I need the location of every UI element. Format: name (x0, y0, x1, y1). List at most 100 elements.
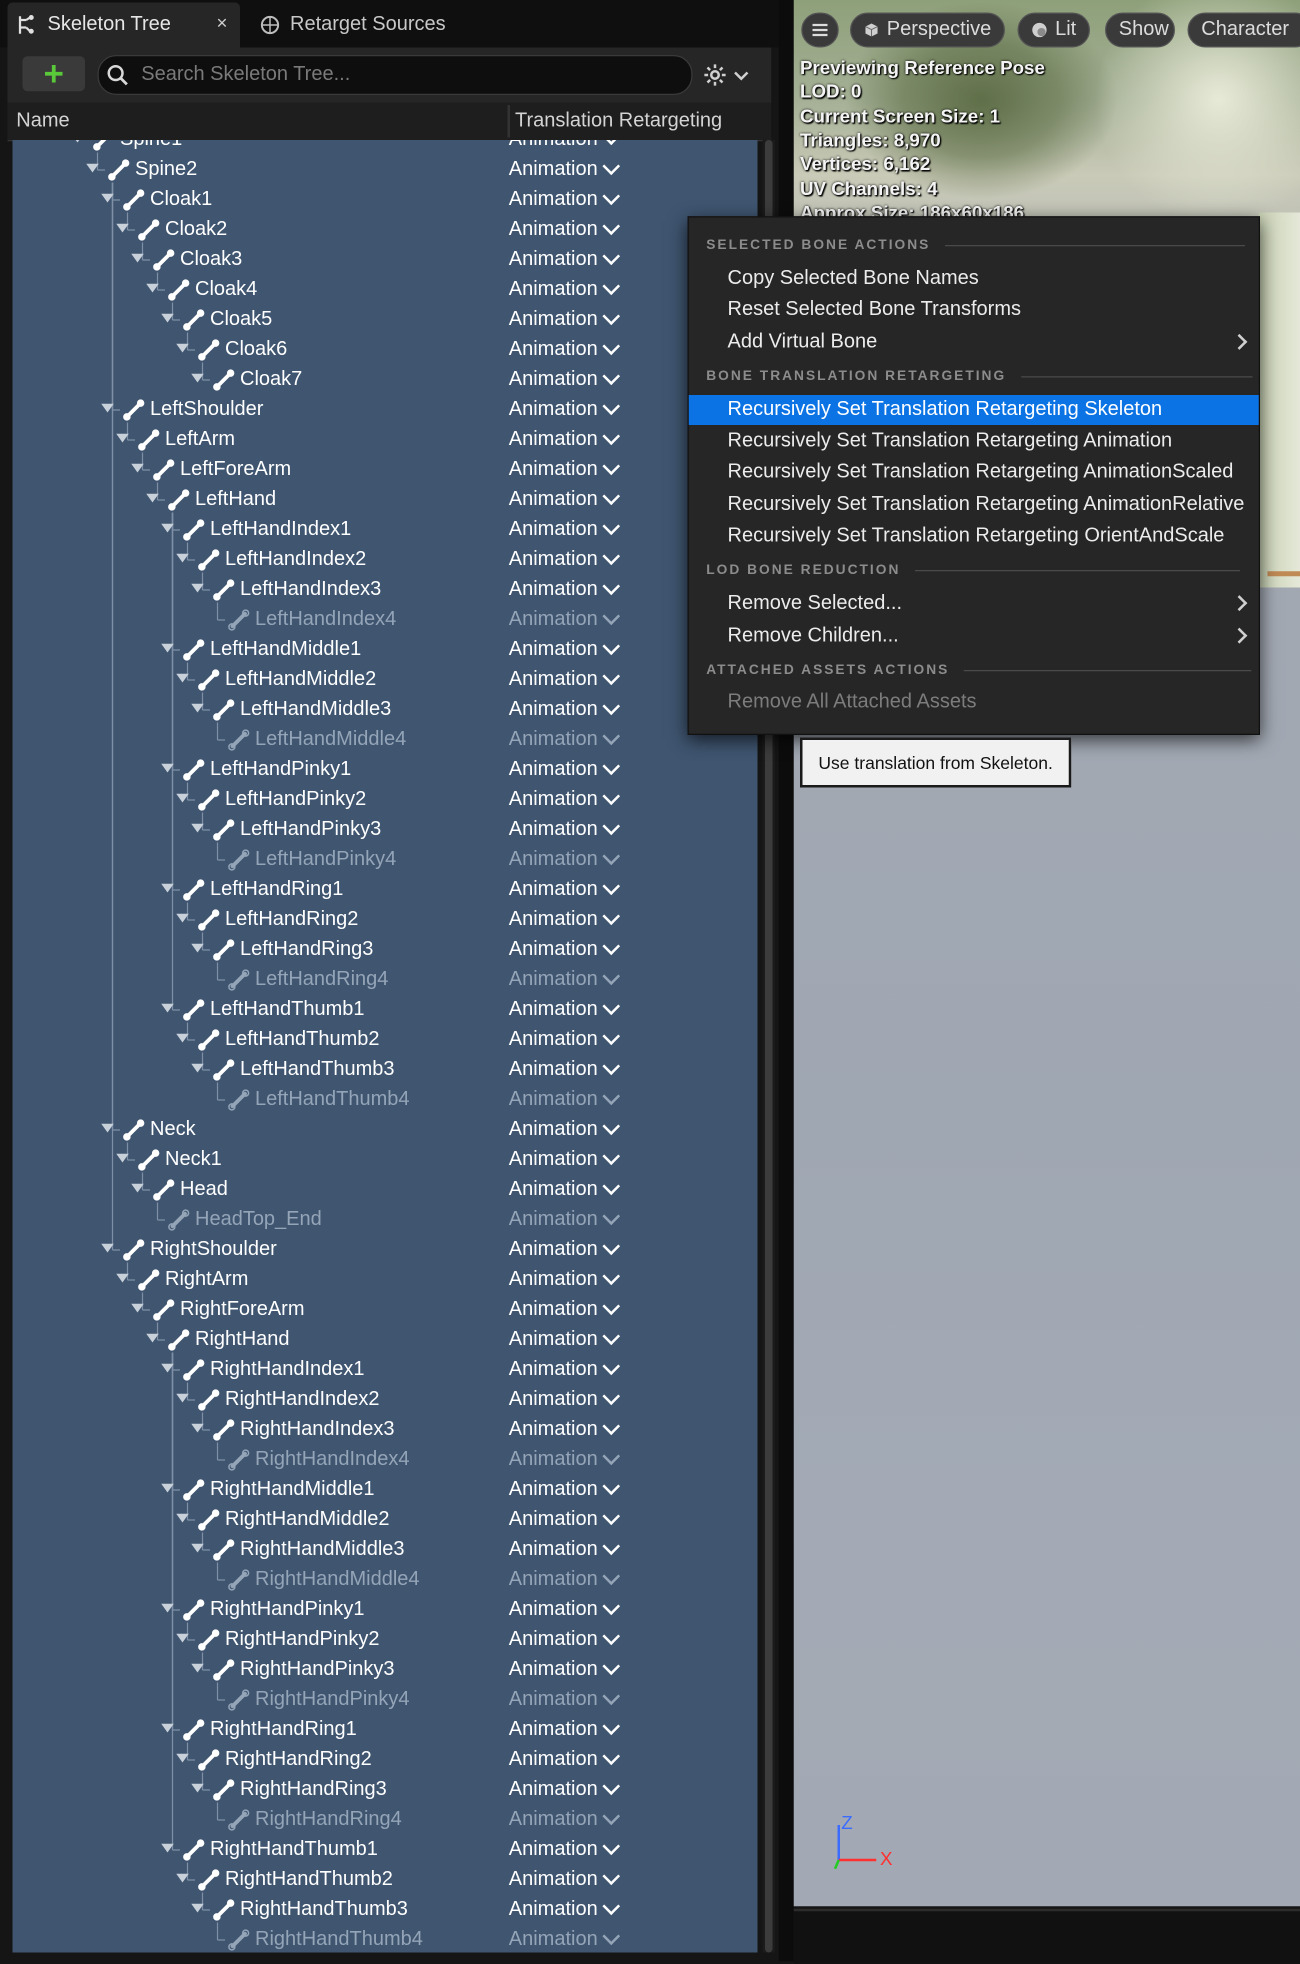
expand-arrow-icon[interactable] (161, 884, 174, 893)
expand-arrow-icon[interactable] (86, 164, 99, 173)
bone-row[interactable]: RightHandRing2Animation (13, 1745, 758, 1775)
retargeting-dropdown[interactable]: Animation (509, 1689, 618, 1712)
retargeting-dropdown[interactable]: Animation (509, 159, 618, 182)
retargeting-dropdown[interactable]: Animation (509, 1359, 618, 1382)
bone-row[interactable]: RightHandThumb1Animation (13, 1835, 758, 1865)
menu-item-retarget-skeleton[interactable]: Recursively Set Translation Retargeting … (689, 395, 1259, 425)
retargeting-dropdown[interactable]: Animation (509, 969, 618, 992)
menu-item-reset-bone-transforms[interactable]: Reset Selected Bone Transforms (689, 295, 1259, 325)
lit-button[interactable]: Lit (1018, 13, 1091, 48)
bone-row[interactable]: LeftHandThumb2Animation (13, 1025, 758, 1055)
expand-arrow-icon[interactable] (161, 644, 174, 653)
bone-row[interactable]: LeftHandPinky3Animation (13, 815, 758, 845)
retargeting-dropdown[interactable]: Animation (509, 189, 618, 212)
bone-row[interactable]: RightHandPinky1Animation (13, 1595, 758, 1625)
bone-row[interactable]: RightHandRing1Animation (13, 1715, 758, 1745)
expand-arrow-icon[interactable] (176, 1034, 189, 1043)
retargeting-dropdown[interactable]: Animation (509, 1809, 618, 1832)
retargeting-dropdown[interactable]: Animation (509, 1419, 618, 1442)
bone-row[interactable]: RightHandThumb2Animation (13, 1865, 758, 1895)
expand-arrow-icon[interactable] (161, 1364, 174, 1373)
retargeting-dropdown[interactable]: Animation (509, 1749, 618, 1772)
expand-arrow-icon[interactable] (131, 464, 144, 473)
bone-row[interactable]: HeadTop_EndAnimation (13, 1205, 758, 1235)
expand-arrow-icon[interactable] (161, 1004, 174, 1013)
bone-row[interactable]: RightShoulderAnimation (13, 1235, 758, 1265)
tab-retarget-sources[interactable]: Retarget Sources (250, 3, 500, 48)
column-divider[interactable] (508, 105, 511, 138)
retargeting-dropdown[interactable]: Animation (509, 789, 618, 812)
bone-row[interactable]: LeftHandRing3Animation (13, 935, 758, 965)
bone-row[interactable]: RightHandAnimation (13, 1325, 758, 1355)
show-button[interactable]: Show (1105, 13, 1175, 48)
bone-row[interactable]: RightHandIndex4Animation (13, 1445, 758, 1475)
close-icon[interactable]: × (217, 13, 228, 34)
bone-row[interactable]: LeftHandMiddle3Animation (13, 695, 758, 725)
retargeting-dropdown[interactable]: Animation (509, 1149, 618, 1172)
retargeting-dropdown[interactable]: Animation (509, 519, 618, 542)
bone-row[interactable]: RightHandMiddle3Animation (13, 1535, 758, 1565)
bone-row[interactable]: Cloak4Animation (13, 275, 758, 305)
retargeting-dropdown[interactable]: Animation (509, 1329, 618, 1352)
expand-arrow-icon[interactable] (146, 494, 159, 503)
expand-arrow-icon[interactable] (191, 1064, 204, 1073)
retargeting-dropdown[interactable]: Animation (509, 1209, 618, 1232)
menu-item-retarget-animation-relative[interactable]: Recursively Set Translation Retargeting … (689, 490, 1259, 520)
expand-arrow-icon[interactable] (191, 824, 204, 833)
expand-arrow-icon[interactable] (161, 524, 174, 533)
bone-row[interactable]: Spine1Animation (13, 140, 758, 155)
add-button[interactable] (23, 56, 86, 91)
retargeting-dropdown[interactable]: Animation (509, 1719, 618, 1742)
retargeting-dropdown[interactable]: Animation (509, 399, 618, 422)
retargeting-dropdown[interactable]: Animation (509, 1239, 618, 1262)
expand-arrow-icon[interactable] (191, 1904, 204, 1913)
bone-row[interactable]: LeftHandMiddle4Animation (13, 725, 758, 755)
bone-row[interactable]: RightHandThumb4Animation (13, 1925, 758, 1953)
bone-row[interactable]: LeftHandThumb3Animation (13, 1055, 758, 1085)
retargeting-dropdown[interactable]: Animation (509, 1509, 618, 1532)
retargeting-dropdown[interactable]: Animation (509, 339, 618, 362)
expand-arrow-icon[interactable] (116, 224, 129, 233)
expand-arrow-icon[interactable] (191, 374, 204, 383)
bone-row[interactable]: NeckAnimation (13, 1115, 758, 1145)
bone-row[interactable]: RightHandPinky4Animation (13, 1685, 758, 1715)
retargeting-dropdown[interactable]: Animation (509, 249, 618, 272)
bone-row[interactable]: RightForeArmAnimation (13, 1295, 758, 1325)
retargeting-dropdown[interactable]: Animation (509, 999, 618, 1022)
retargeting-dropdown[interactable]: Animation (509, 1569, 618, 1592)
search-input[interactable] (139, 63, 669, 88)
bone-row[interactable]: Cloak1Animation (13, 185, 758, 215)
bone-row[interactable]: LeftHandPinky4Animation (13, 845, 758, 875)
retargeting-dropdown[interactable]: Animation (509, 459, 618, 482)
bone-row[interactable]: Neck1Animation (13, 1145, 758, 1175)
expand-arrow-icon[interactable] (101, 1244, 114, 1253)
bone-row[interactable]: HeadAnimation (13, 1175, 758, 1205)
expand-arrow-icon[interactable] (191, 1544, 204, 1553)
expand-arrow-icon[interactable] (116, 1274, 129, 1283)
retargeting-dropdown[interactable]: Animation (509, 939, 618, 962)
expand-arrow-icon[interactable] (191, 1784, 204, 1793)
expand-arrow-icon[interactable] (191, 1664, 204, 1673)
bone-row[interactable]: LeftHandPinky1Animation (13, 755, 758, 785)
expand-arrow-icon[interactable] (176, 344, 189, 353)
expand-arrow-icon[interactable] (161, 1844, 174, 1853)
retargeting-dropdown[interactable]: Animation (509, 1539, 618, 1562)
bone-row[interactable]: Cloak3Animation (13, 245, 758, 275)
retargeting-dropdown[interactable]: Animation (509, 1269, 618, 1292)
bone-row[interactable]: Cloak2Animation (13, 215, 758, 245)
retargeting-dropdown[interactable]: Animation (509, 1029, 618, 1052)
bone-row[interactable]: LeftHandMiddle1Animation (13, 635, 758, 665)
character-button[interactable]: Character (1188, 13, 1300, 48)
retargeting-dropdown[interactable]: Animation (509, 849, 618, 872)
retargeting-dropdown[interactable]: Animation (509, 1059, 618, 1082)
retargeting-dropdown[interactable]: Animation (509, 699, 618, 722)
expand-arrow-icon[interactable] (101, 404, 114, 413)
menu-item-remove-children[interactable]: Remove Children... (689, 621, 1259, 651)
retargeting-dropdown[interactable]: Animation (509, 140, 618, 151)
retargeting-dropdown[interactable]: Animation (509, 1599, 618, 1622)
expand-arrow-icon[interactable] (176, 1874, 189, 1883)
bone-row[interactable]: LeftHandMiddle2Animation (13, 665, 758, 695)
retargeting-dropdown[interactable]: Animation (509, 1629, 618, 1652)
bone-row[interactable]: LeftHandThumb4Animation (13, 1085, 758, 1115)
bone-row[interactable]: RightHandMiddle4Animation (13, 1565, 758, 1595)
